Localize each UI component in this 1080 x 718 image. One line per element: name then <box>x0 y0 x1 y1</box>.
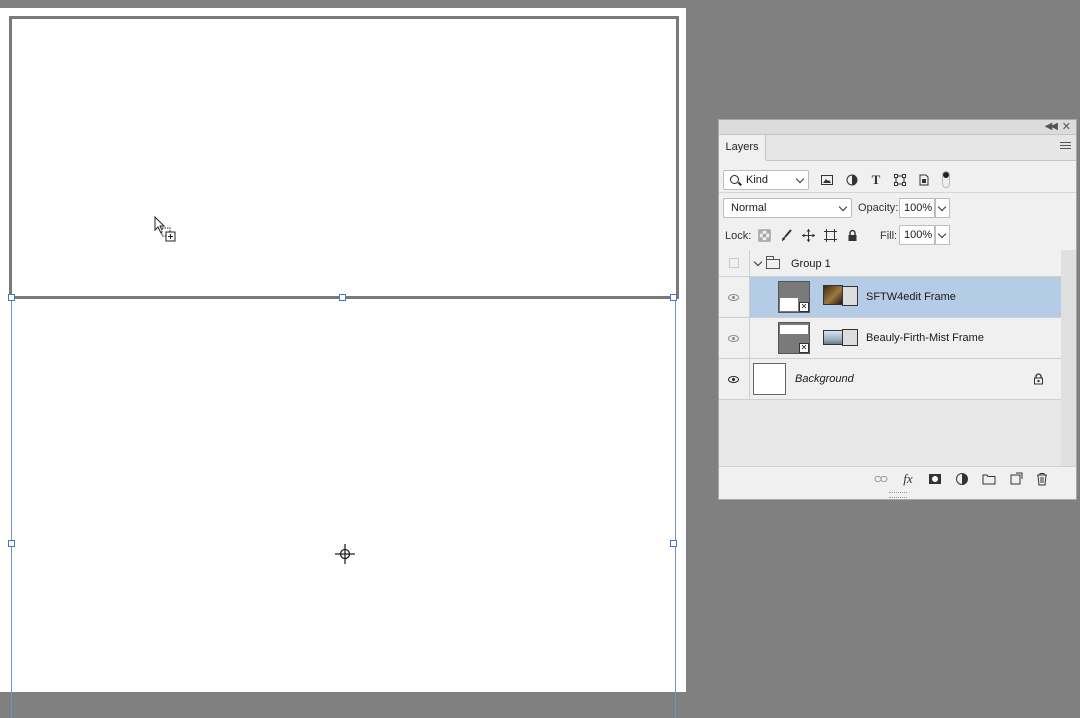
frame-badge-icon: ✕ <box>799 343 809 353</box>
lock-artboard-icon[interactable] <box>824 229 837 242</box>
panel-resize-grip[interactable] <box>889 492 907 498</box>
layer-row-group-1[interactable]: Group 1 <box>719 250 1061 277</box>
filter-row: Kind T <box>719 166 1076 192</box>
layers-scrollbar[interactable] <box>1061 250 1076 466</box>
chevron-down-icon <box>937 229 947 239</box>
fill-input[interactable]: 100% <box>899 225 935 245</box>
chevron-down-icon <box>937 202 947 212</box>
opacity-dropdown[interactable] <box>935 198 950 218</box>
layer-row-beauly-firth-mist-frame[interactable]: ✕ Beauly-Firth-Mist Frame <box>719 318 1061 359</box>
smart-object-badge-icon <box>842 286 858 306</box>
panel-title-bar[interactable]: ◀◀ ✕ <box>719 120 1076 135</box>
divider <box>719 192 1076 193</box>
mask-icon[interactable] <box>928 472 942 486</box>
transform-handle-middle-left[interactable] <box>8 540 15 547</box>
lock-pixels-icon[interactable] <box>758 229 771 242</box>
fill-label: Fill: <box>880 230 898 242</box>
new-group-icon[interactable] <box>982 472 996 486</box>
filter-kind-label: Kind <box>746 174 769 186</box>
shape-icon[interactable] <box>894 174 906 186</box>
link-icon[interactable] <box>874 472 888 486</box>
lock-icon[interactable] <box>1033 373 1044 385</box>
tab-layers[interactable]: Layers <box>719 135 766 160</box>
search-icon <box>730 175 739 184</box>
layer-name[interactable]: SFTW4edit Frame <box>866 291 956 303</box>
layer-row-background[interactable]: Background <box>719 359 1061 400</box>
background-thumbnail <box>753 363 786 395</box>
panel-menu-icon[interactable] <box>1060 142 1071 151</box>
transform-handle-top-left[interactable] <box>8 294 15 301</box>
lock-all-icon[interactable] <box>846 229 859 242</box>
layers-list[interactable]: Group 1 ✕ SFTW4edit Frame ✕ Beauly-Firth… <box>719 250 1061 466</box>
image-thumbnail <box>823 285 843 305</box>
chevron-down-icon <box>795 174 805 184</box>
layer-name[interactable]: Beauly-Firth-Mist Frame <box>866 332 984 344</box>
visibility-toggle[interactable] <box>719 318 750 358</box>
fill-dropdown[interactable] <box>935 225 950 245</box>
eye-icon <box>728 294 739 301</box>
layer-name[interactable]: Group 1 <box>791 258 831 270</box>
collapse-icon[interactable]: ◀◀ <box>1045 121 1058 132</box>
eye-icon <box>728 335 739 342</box>
document-canvas[interactable] <box>0 8 686 718</box>
reference-point-icon[interactable] <box>335 544 355 564</box>
opacity-input[interactable]: 100% <box>899 198 935 218</box>
drag-copy-cursor-icon <box>154 216 176 242</box>
type-icon[interactable]: T <box>870 173 882 186</box>
transform-handle-middle-right[interactable] <box>670 540 677 547</box>
adjustment-icon[interactable] <box>846 174 858 186</box>
blend-mode-value: Normal <box>731 202 767 214</box>
layers-bottom-bar: fx <box>719 466 1076 491</box>
opacity-label: Opacity: <box>858 202 899 214</box>
folder-icon <box>766 256 780 269</box>
hidden-visibility-box <box>729 258 739 268</box>
transform-handle-top-center[interactable] <box>339 294 346 301</box>
filter-kind-select[interactable]: Kind <box>723 170 809 190</box>
tab-strip <box>766 135 1076 161</box>
chevron-down-icon <box>838 202 848 212</box>
image-thumbnail <box>823 330 843 345</box>
blend-row: Normal Opacity: 100% <box>719 194 1076 222</box>
frame-thumbnail-inner <box>780 298 798 311</box>
layers-panel: ◀◀ ✕ Layers Kind T Normal Opacity: 100% … <box>718 119 1077 500</box>
frame-badge-icon: ✕ <box>799 302 809 312</box>
image-icon[interactable] <box>821 174 833 186</box>
lock-row: Lock: Fill: 100% <box>719 223 1076 249</box>
chevron-down-icon[interactable] <box>753 257 763 267</box>
transform-bounding-box[interactable] <box>11 298 676 718</box>
eye-icon <box>728 376 739 383</box>
visibility-toggle[interactable] <box>719 359 750 399</box>
frame-thumbnail-inner <box>780 325 808 334</box>
filter-toggle[interactable] <box>942 171 950 188</box>
new-layer-icon[interactable] <box>1009 472 1023 486</box>
transform-handle-top-right[interactable] <box>670 294 677 301</box>
layer-row-sftw4edit-frame[interactable]: ✕ SFTW4edit Frame <box>719 277 1061 318</box>
smart-object-icon[interactable] <box>918 174 930 186</box>
trash-icon[interactable] <box>1035 472 1049 486</box>
lock-position-icon[interactable] <box>802 229 815 242</box>
lock-paint-icon[interactable] <box>780 229 793 242</box>
fx-icon[interactable]: fx <box>901 472 915 486</box>
frame-sftw4edit[interactable] <box>9 16 679 299</box>
lock-label: Lock: <box>725 230 752 242</box>
layer-name[interactable]: Background <box>795 373 854 385</box>
close-icon[interactable]: ✕ <box>1062 120 1071 133</box>
visibility-toggle[interactable] <box>719 250 750 276</box>
visibility-toggle[interactable] <box>719 277 750 317</box>
smart-object-badge-icon <box>842 329 858 346</box>
adjustment-layer-icon[interactable] <box>955 472 969 486</box>
blend-mode-select[interactable]: Normal <box>723 198 852 218</box>
